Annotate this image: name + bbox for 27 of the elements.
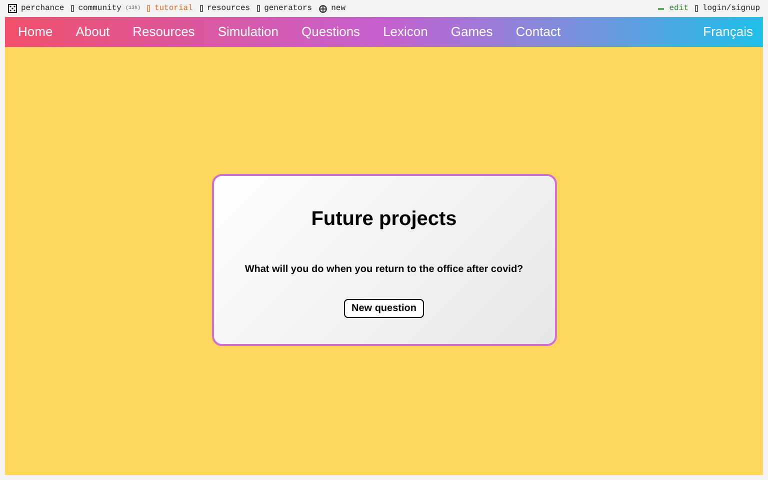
placeholder-glyph-icon <box>257 5 260 12</box>
top-bar-link[interactable]: community <box>78 2 122 14</box>
top-bar-link[interactable]: tutorial <box>154 2 193 14</box>
top-bar-link[interactable]: login/signup <box>702 2 760 14</box>
nav-link[interactable]: Games <box>448 22 496 42</box>
nav-link[interactable]: Resources <box>130 22 198 42</box>
language-link[interactable]: Français <box>703 22 753 42</box>
top-bar-link[interactable]: resources <box>206 2 250 14</box>
card-title: Future projects <box>311 206 457 232</box>
nav-link[interactable]: Contact <box>512 22 564 42</box>
question-text: What will you do when you return to the office after covid? <box>244 262 524 276</box>
top-bar-link[interactable]: perchance <box>21 2 64 14</box>
nav-link[interactable]: Simulation <box>214 22 282 42</box>
nav-link[interactable]: Home <box>15 22 56 42</box>
placeholder-glyph-icon <box>200 5 203 12</box>
nav-link[interactable]: Questions <box>298 22 364 42</box>
top-bar-link[interactable]: generators <box>264 2 312 14</box>
add-icon <box>319 4 328 12</box>
nav-link[interactable]: Lexicon <box>380 22 431 42</box>
placeholder-glyph-icon <box>695 5 698 12</box>
placeholder-glyph-icon <box>71 5 74 12</box>
dice-icon <box>8 4 17 13</box>
top-bar-link[interactable]: new <box>331 2 346 14</box>
placeholder-glyph-icon <box>147 5 150 12</box>
nav-link[interactable]: About <box>72 22 113 42</box>
top-bar-link[interactable]: edit <box>669 2 688 14</box>
new-question-button[interactable]: New question <box>344 298 424 318</box>
